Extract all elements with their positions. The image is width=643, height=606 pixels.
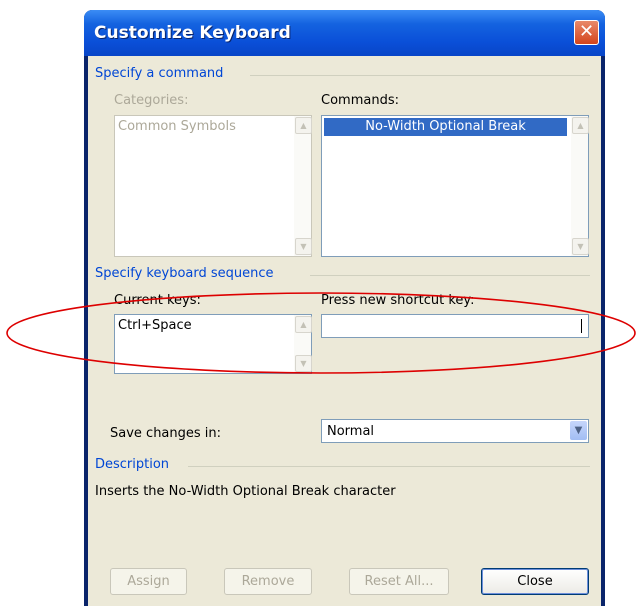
annotation-ellipse: [6, 292, 636, 374]
highlight-ellipse: [6, 292, 636, 374]
